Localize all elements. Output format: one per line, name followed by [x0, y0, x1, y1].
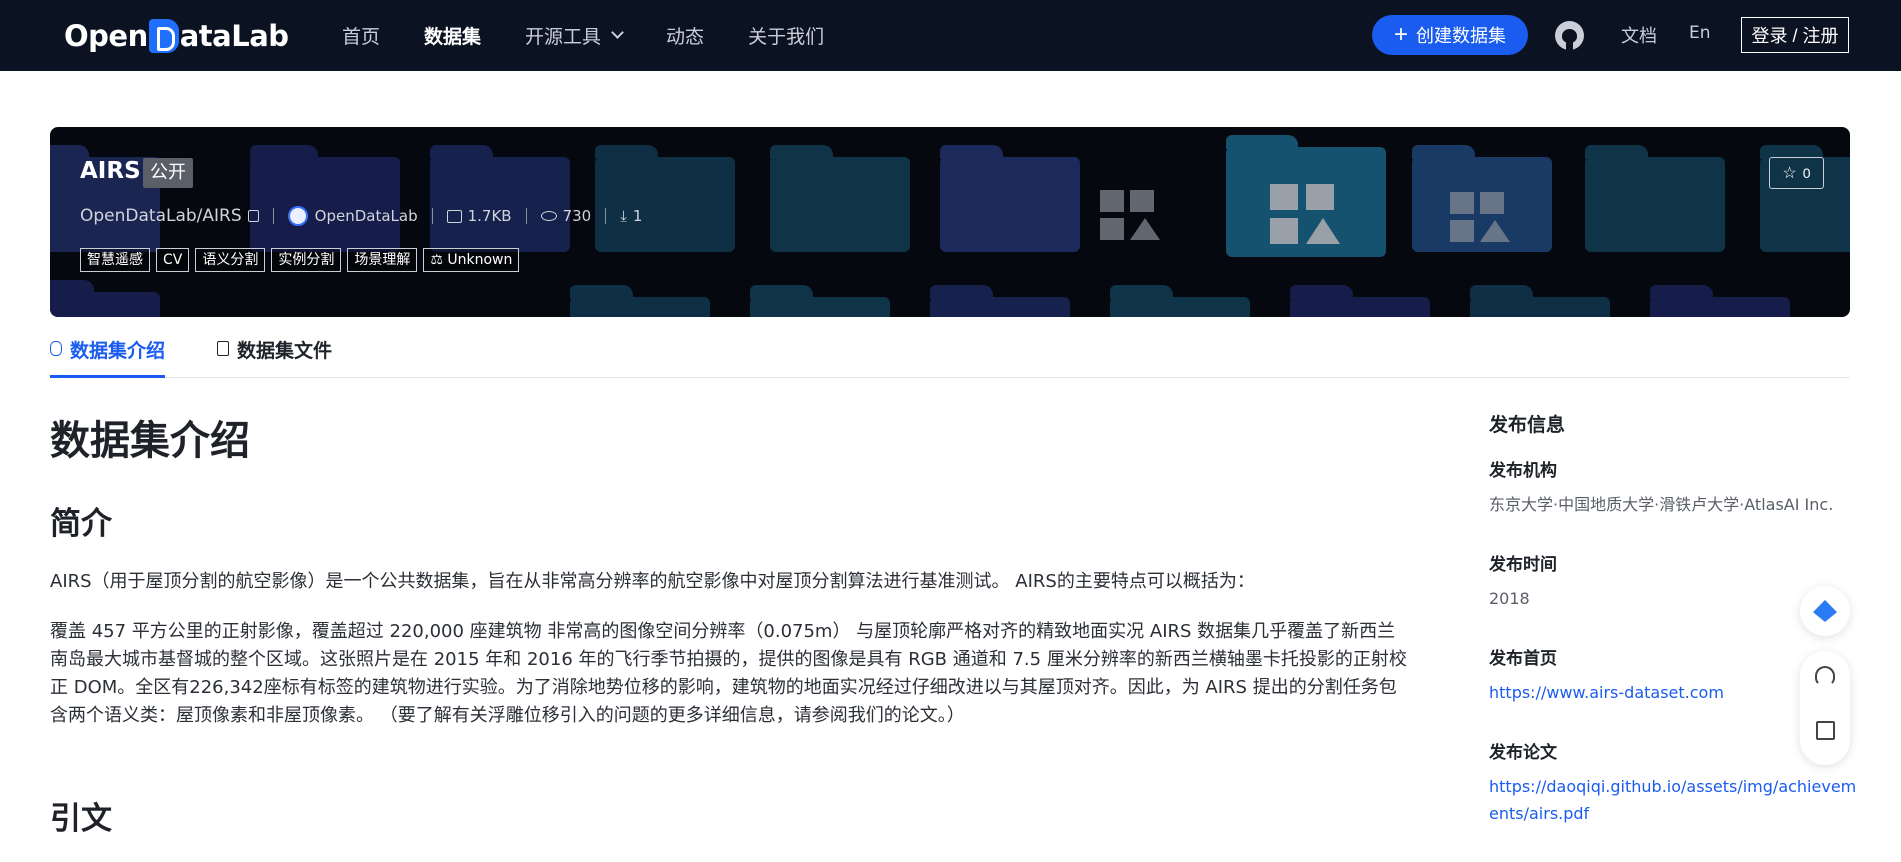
create-dataset-button[interactable]: + 创建数据集	[1372, 15, 1528, 55]
banner-grid-icon	[1100, 190, 1160, 240]
banner-folder-decoration	[570, 285, 710, 317]
star-count: 0	[1802, 165, 1811, 181]
intro-paragraph-2: 覆盖 457 平方公里的正射影像，覆盖超过 220,000 座建筑物 非常高的图…	[50, 621, 1407, 726]
language-switch[interactable]: En	[1689, 23, 1711, 43]
download-icon: ⤓	[620, 206, 627, 225]
logo-text-open: Open	[64, 19, 148, 53]
banner-folder-decoration	[1290, 285, 1430, 317]
banner-folder-decoration	[1110, 285, 1250, 317]
tag-item[interactable]: 语义分割	[195, 248, 266, 272]
database-icon	[50, 341, 62, 356]
github-icon[interactable]	[1555, 21, 1584, 50]
meta-divider	[605, 208, 607, 224]
tag-item[interactable]: 实例分割	[271, 248, 342, 272]
create-dataset-label: 创建数据集	[1416, 26, 1506, 46]
login-register-button[interactable]: 登录 / 注册	[1741, 17, 1849, 53]
hdd-icon	[446, 209, 462, 223]
support-float-panel	[1800, 651, 1850, 765]
copy-icon[interactable]	[247, 210, 259, 222]
meta-divider	[272, 208, 274, 224]
page-heading: 数据集介绍	[50, 418, 250, 464]
dataset-org[interactable]: OpenDataLab	[315, 207, 418, 225]
banner-grid-icon	[1270, 184, 1340, 244]
tab-introduction-label: 数据集介绍	[70, 340, 166, 362]
star-icon: ☆	[1782, 165, 1797, 182]
license-tag[interactable]: ⚖ Unknown	[423, 248, 520, 272]
banner-folder-decoration	[50, 280, 160, 317]
menu-item-about[interactable]: 关于我们	[748, 22, 824, 49]
tab-files[interactable]: 数据集文件	[217, 330, 332, 378]
org-avatar-icon	[287, 206, 308, 226]
banner-folder-decoration	[930, 285, 1070, 317]
star-button[interactable]: ☆ 0	[1769, 157, 1824, 189]
menu-item-tools[interactable]: 开源工具	[525, 22, 624, 49]
dataset-title: AIRS	[80, 158, 141, 184]
tag-item[interactable]: 智慧遥感	[80, 248, 150, 272]
paper-link[interactable]: https://daoqiqi.github.io/assets/img/ach…	[1489, 773, 1859, 827]
banner-folder-decoration	[1650, 285, 1790, 317]
menu-item-news[interactable]: 动态	[666, 22, 704, 49]
dataset-meta: OpenDataLab/AIRS OpenDataLab 1.7KB 730 ⤓…	[80, 205, 642, 227]
chevron-down-icon	[611, 26, 624, 39]
banner-folder-decoration	[1585, 145, 1725, 252]
file-icon	[217, 341, 229, 356]
view-count: 730	[562, 207, 592, 225]
dataset-tabs: 数据集介绍 数据集文件	[50, 330, 1850, 378]
tab-introduction[interactable]: 数据集介绍	[50, 330, 166, 378]
section-heading-citation: 引文	[50, 801, 112, 837]
tag-item[interactable]: 场景理解	[347, 248, 418, 272]
tag-item[interactable]: CV	[156, 248, 190, 272]
edit-icon[interactable]	[1816, 721, 1835, 740]
visibility-badge: 公开	[143, 158, 193, 188]
publisher-value: 东京大学·中国地质大学·滑铁卢大学·AtlasAI Inc.	[1489, 495, 1834, 514]
banner-folder-decoration	[1470, 285, 1610, 317]
meta-divider	[525, 208, 527, 224]
menu-item-datasets[interactable]: 数据集	[424, 22, 481, 49]
sidebar-title: 发布信息	[1489, 414, 1566, 436]
headset-icon[interactable]	[1815, 666, 1835, 686]
download-count: 1	[632, 207, 643, 225]
logo-text-datalab: ataLab	[179, 19, 289, 53]
assistant-float-button[interactable]	[1800, 586, 1850, 636]
banner-folder-decoration	[940, 145, 1080, 252]
top-nav: Open ataLab 首页 数据集 开源工具 动态 关于我们 + 创建数据集 文档…	[0, 0, 1901, 71]
plus-icon: +	[1393, 21, 1408, 48]
menu-item-tools-label: 开源工具	[525, 26, 602, 48]
license-label: Unknown	[447, 252, 513, 268]
diamond-logo-icon	[1813, 600, 1837, 622]
section-heading-intro: 简介	[50, 506, 112, 542]
release-time-label: 发布时间	[1489, 555, 1557, 575]
eye-icon	[540, 211, 557, 221]
logo-d-icon	[148, 19, 179, 53]
tab-files-label: 数据集文件	[237, 340, 333, 362]
logo[interactable]: Open ataLab	[64, 16, 289, 56]
dataset-size: 1.7KB	[467, 207, 512, 225]
banner-folder-decoration	[750, 285, 890, 317]
scale-icon: ⚖	[430, 252, 448, 268]
banner-folder-decoration	[770, 145, 910, 252]
docs-link[interactable]: 文档	[1621, 22, 1657, 48]
dataset-tags: 智慧遥感 CV 语义分割 实例分割 场景理解 ⚖ Unknown	[80, 248, 525, 272]
publisher-label: 发布机构	[1489, 461, 1557, 481]
dataset-repo: OpenDataLab/AIRS	[80, 206, 242, 226]
release-info-sidebar: 发布信息 发布机构 东京大学·中国地质大学·滑铁卢大学·AtlasAI Inc.…	[1489, 410, 1859, 859]
meta-divider	[431, 208, 433, 224]
menu-item-home[interactable]: 首页	[342, 22, 380, 49]
intro-paragraph-1: AIRS（用于屋顶分割的航空影像）是一个公共数据集，旨在从非常高分辨率的航空影像…	[50, 571, 1255, 592]
main-menu: 首页 数据集 开源工具 动态 关于我们	[342, 0, 868, 71]
banner-grid-icon	[1450, 192, 1510, 242]
